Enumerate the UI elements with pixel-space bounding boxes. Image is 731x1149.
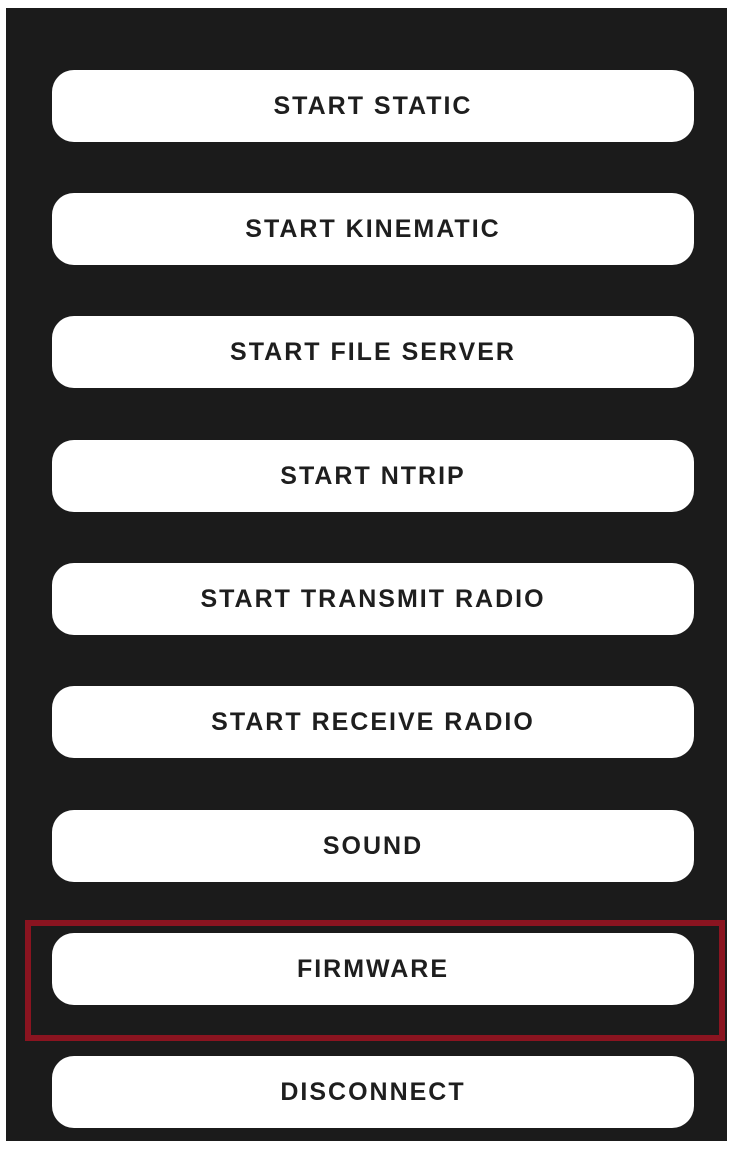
firmware-button[interactable]: FIRMWARE <box>52 933 694 1005</box>
sound-button[interactable]: SOUND <box>52 810 694 882</box>
start-static-button[interactable]: START STATIC <box>52 70 694 142</box>
start-transmit-radio-button[interactable]: START TRANSMIT RADIO <box>52 563 694 635</box>
start-receive-radio-button[interactable]: START RECEIVE RADIO <box>52 686 694 758</box>
start-ntrip-button[interactable]: START NTRIP <box>52 440 694 512</box>
menu-screen: START STATIC START KINEMATIC START FILE … <box>6 8 727 1141</box>
disconnect-button[interactable]: DISCONNECT <box>52 1056 694 1128</box>
start-file-server-button[interactable]: START FILE SERVER <box>52 316 694 388</box>
start-kinematic-button[interactable]: START KINEMATIC <box>52 193 694 265</box>
